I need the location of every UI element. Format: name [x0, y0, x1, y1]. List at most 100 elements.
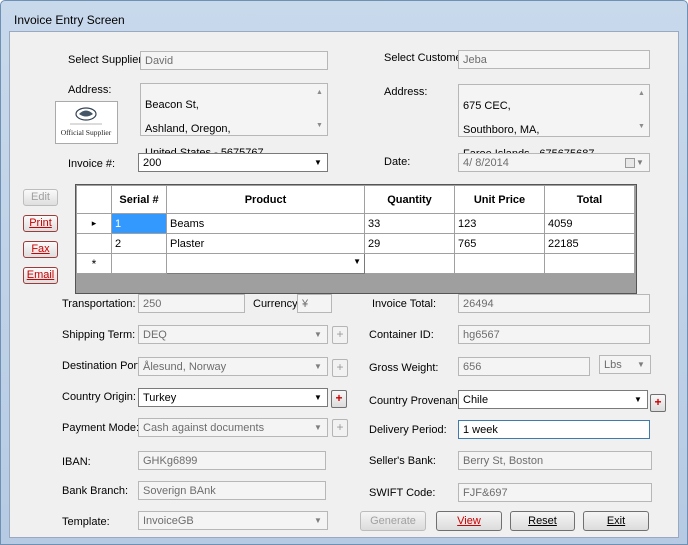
cell-product[interactable]: Plaster — [166, 233, 365, 254]
scroll-up-icon[interactable]: ▲ — [638, 88, 645, 100]
reset-button[interactable]: Reset — [510, 511, 575, 531]
scroll-up-icon[interactable]: ▲ — [316, 87, 323, 99]
scroll-down-icon[interactable]: ▼ — [316, 120, 323, 132]
destination-port-value: Ålesund, Norway — [143, 361, 227, 373]
cell-product[interactable]: Beams — [166, 213, 365, 234]
cell-total[interactable]: 4059 — [544, 213, 635, 234]
invoice-number-combo[interactable]: 200 ▼ — [138, 153, 328, 172]
dropdown-arrow-icon[interactable]: ▼ — [311, 358, 325, 375]
add-country-origin-icon[interactable]: + — [331, 390, 347, 408]
column-header-unit-price[interactable]: Unit Price — [454, 185, 545, 214]
table-row[interactable]: 2 Plaster 29 765 22185 — [76, 233, 635, 254]
customer-address-box: 675 CEC, Southboro, MA, Faroe Islands - … — [458, 84, 650, 160]
dropdown-arrow-icon[interactable]: ▼ — [311, 512, 325, 529]
cell-unit-price[interactable]: 765 — [454, 233, 545, 254]
reset-button-label: Reset — [528, 515, 557, 527]
dropdown-arrow-icon[interactable]: ▼ — [631, 391, 645, 408]
shipping-term-value: DEQ — [143, 329, 167, 341]
invoice-number-label: Invoice #: — [68, 158, 116, 170]
transportation-field[interactable]: 250 — [138, 294, 245, 313]
add-payment-mode-icon[interactable]: + — [332, 419, 348, 437]
swift-code-label: SWIFT Code: — [369, 487, 436, 499]
container-id-field[interactable]: hg6567 — [458, 325, 650, 344]
invoice-number-value: 200 — [143, 157, 162, 169]
dropdown-arrow-icon[interactable]: ▼ — [353, 257, 361, 266]
select-customer-field[interactable]: Jeba — [458, 50, 650, 69]
gross-weight-label: Gross Weight: — [369, 362, 439, 374]
country-provenance-label: Country Provenance: — [369, 395, 473, 407]
dropdown-arrow-icon[interactable]: ▼ — [311, 419, 325, 436]
template-combo[interactable]: InvoiceGB ▼ — [138, 511, 328, 530]
email-button[interactable]: Email — [23, 267, 58, 284]
container-id-label: Container ID: — [369, 329, 434, 341]
invoice-window: Invoice Entry Screen Select Supplier: Da… — [0, 0, 688, 545]
view-button[interactable]: View — [436, 511, 502, 531]
new-cell-quantity[interactable] — [364, 253, 455, 274]
add-country-provenance-icon[interactable]: + — [650, 394, 666, 412]
sellers-bank-field[interactable]: Berry St, Boston — [458, 451, 652, 470]
cell-serial[interactable]: 2 — [111, 233, 167, 254]
row-header[interactable] — [76, 233, 112, 254]
new-row[interactable]: * ▼ — [76, 253, 635, 274]
date-picker[interactable]: 4/ 8/2014 ▼ — [458, 153, 650, 172]
fax-button[interactable]: Fax — [23, 241, 58, 258]
new-cell-unit-price[interactable] — [454, 253, 545, 274]
official-supplier-logo: Official Supplier — [55, 101, 118, 144]
new-cell-total[interactable] — [544, 253, 635, 274]
column-header-quantity[interactable]: Quantity — [364, 185, 455, 214]
scroll-down-icon[interactable]: ▼ — [638, 121, 645, 133]
template-value: InvoiceGB — [143, 515, 194, 527]
supplier-address-box: Beacon St, Ashland, Oregon, United State… — [140, 83, 328, 159]
select-supplier-field[interactable]: David — [140, 51, 328, 70]
bank-branch-field[interactable]: Soverign BAnk — [138, 481, 326, 500]
cell-serial[interactable]: 1 — [111, 213, 167, 234]
column-header-product[interactable]: Product — [166, 185, 365, 214]
dropdown-arrow-icon[interactable]: ▼ — [311, 326, 325, 343]
date-label: Date: — [384, 156, 411, 168]
select-customer-label: Select Customer: — [384, 52, 469, 64]
dropdown-arrow-icon[interactable]: ▼ — [311, 154, 325, 171]
table-row[interactable]: ▸ 1 Beams 33 123 4059 — [76, 213, 635, 234]
supplier-address-scrollbar[interactable]: ▲ ▼ — [314, 85, 326, 134]
current-row-indicator-icon[interactable]: ▸ — [76, 213, 112, 234]
invoice-total-field[interactable]: 26494 — [458, 294, 650, 313]
exit-button[interactable]: Exit — [583, 511, 649, 531]
cell-quantity[interactable]: 29 — [364, 233, 455, 254]
customer-address-line2: Southboro, MA, — [463, 124, 540, 136]
new-cell-serial[interactable] — [111, 253, 167, 274]
customer-address-scrollbar[interactable]: ▲ ▼ — [636, 86, 648, 135]
dropdown-arrow-icon[interactable]: ▼ — [633, 154, 647, 171]
invoice-total-label: Invoice Total: — [372, 298, 437, 310]
shipping-term-combo[interactable]: DEQ ▼ — [138, 325, 328, 344]
column-header-total[interactable]: Total — [544, 185, 635, 214]
customer-address-label: Address: — [384, 86, 428, 98]
generate-button[interactable]: Generate — [360, 511, 426, 531]
cell-unit-price[interactable]: 123 — [454, 213, 545, 234]
payment-mode-label: Payment Mode: — [62, 422, 140, 434]
weight-unit-combo[interactable]: Lbs ▼ — [599, 355, 651, 374]
iban-field[interactable]: GHKg6899 — [138, 451, 326, 470]
currency-field[interactable]: ¥ — [297, 294, 332, 313]
country-origin-combo[interactable]: Turkey ▼ — [138, 388, 328, 407]
supplier-address-line2: Ashland, Oregon, — [145, 123, 231, 135]
dropdown-arrow-icon[interactable]: ▼ — [634, 356, 648, 373]
print-button[interactable]: Print — [23, 215, 58, 232]
delivery-period-field[interactable]: 1 week — [458, 420, 650, 439]
gross-weight-field[interactable]: 656 — [458, 357, 590, 376]
cell-quantity[interactable]: 33 — [364, 213, 455, 234]
new-row-marker-icon[interactable]: * — [76, 253, 112, 274]
new-cell-product-combo[interactable]: ▼ — [166, 253, 365, 274]
logo-text: Official Supplier — [61, 128, 112, 137]
cell-total[interactable]: 22185 — [544, 233, 635, 254]
column-header-serial[interactable]: Serial # — [111, 185, 167, 214]
destination-port-combo[interactable]: Ålesund, Norway ▼ — [138, 357, 328, 376]
window-title: Invoice Entry Screen — [14, 13, 125, 27]
payment-mode-combo[interactable]: Cash against documents ▼ — [138, 418, 328, 437]
country-provenance-value: Chile — [463, 394, 489, 406]
swift-code-field[interactable]: FJF&697 — [458, 483, 652, 502]
edit-button[interactable]: Edit — [23, 189, 58, 206]
country-provenance-combo[interactable]: Chile ▼ — [458, 390, 648, 409]
add-destination-port-icon[interactable]: + — [332, 359, 348, 377]
dropdown-arrow-icon[interactable]: ▼ — [311, 389, 325, 406]
add-shipping-term-icon[interactable]: + — [332, 326, 348, 344]
